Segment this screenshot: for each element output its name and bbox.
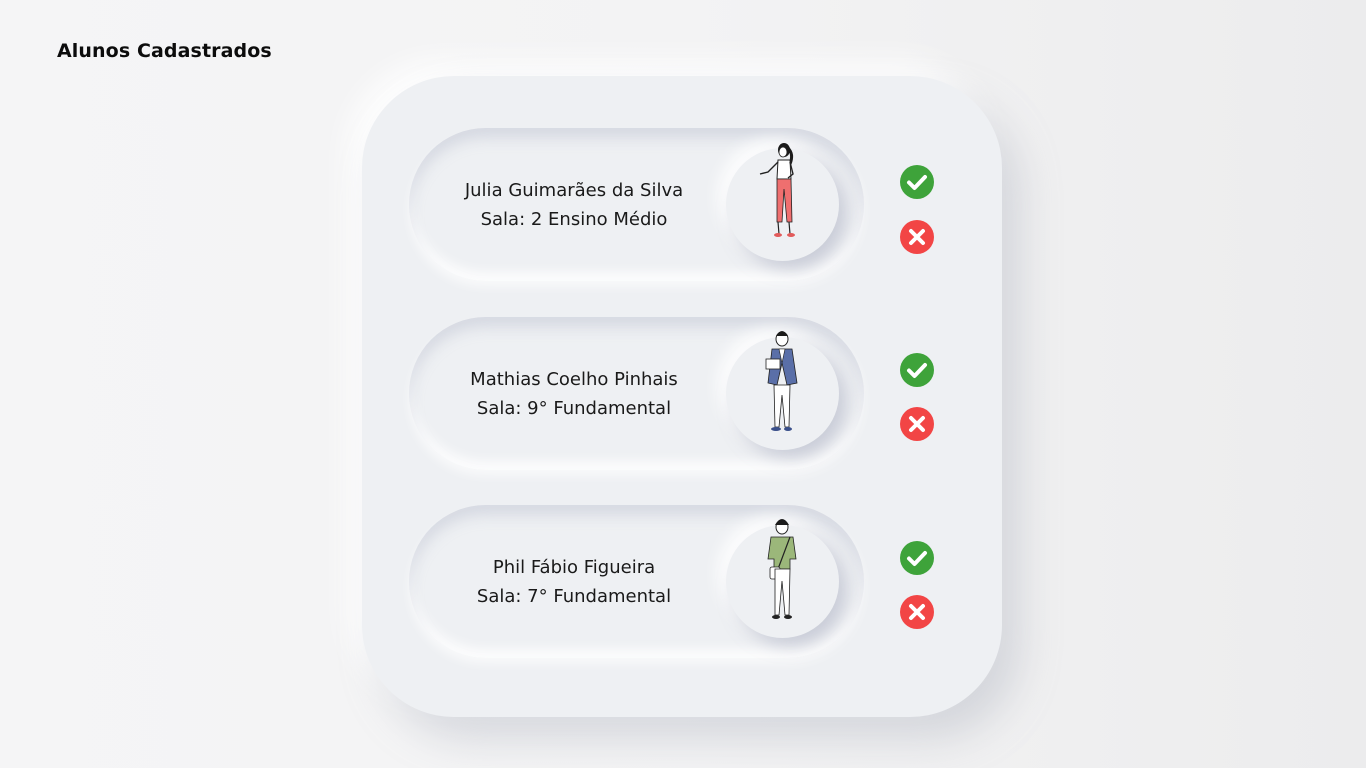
woman-pink-pants-illustration bbox=[759, 143, 795, 237]
approve-button-julia[interactable] bbox=[900, 165, 934, 199]
student-card-mathias[interactable]: Mathias Coelho Pinhais Sala: 9° Fundamen… bbox=[409, 317, 864, 470]
student-info: Mathias Coelho Pinhais Sala: 9° Fundamen… bbox=[449, 317, 699, 470]
student-room: Sala: 7° Fundamental bbox=[476, 585, 672, 607]
x-circle-icon bbox=[900, 595, 934, 629]
man-blue-blazer-illustration bbox=[765, 331, 798, 431]
approve-button-mathias[interactable] bbox=[900, 353, 934, 387]
student-avatar bbox=[726, 143, 839, 261]
x-circle-icon bbox=[900, 220, 934, 254]
check-circle-icon bbox=[900, 165, 934, 199]
page-title: Alunos Cadastrados bbox=[57, 40, 272, 62]
student-room: Sala: 2 Ensino Médio bbox=[480, 208, 668, 230]
student-card-phil[interactable]: Phil Fábio Figueira Sala: 7° Fundamental bbox=[409, 505, 864, 658]
student-name: Phil Fábio Figueira bbox=[492, 556, 656, 578]
student-info: Julia Guimarães da Silva Sala: 2 Ensino … bbox=[449, 128, 699, 281]
student-info: Phil Fábio Figueira Sala: 7° Fundamental bbox=[449, 505, 699, 658]
reject-button-julia[interactable] bbox=[900, 220, 934, 254]
students-panel: Julia Guimarães da Silva Sala: 2 Ensino … bbox=[362, 76, 1002, 717]
student-avatar bbox=[726, 331, 839, 450]
student-room: Sala: 9° Fundamental bbox=[476, 397, 672, 419]
student-name: Mathias Coelho Pinhais bbox=[470, 368, 678, 390]
check-circle-icon bbox=[900, 353, 934, 387]
reject-button-phil[interactable] bbox=[900, 595, 934, 629]
student-name: Julia Guimarães da Silva bbox=[464, 179, 684, 201]
check-circle-icon bbox=[900, 541, 934, 575]
x-circle-icon bbox=[900, 407, 934, 441]
reject-button-mathias[interactable] bbox=[900, 407, 934, 441]
approve-button-phil[interactable] bbox=[900, 541, 934, 575]
student-card-julia[interactable]: Julia Guimarães da Silva Sala: 2 Ensino … bbox=[409, 128, 864, 281]
man-green-shirt-illustration bbox=[767, 519, 797, 619]
student-avatar bbox=[726, 519, 839, 638]
